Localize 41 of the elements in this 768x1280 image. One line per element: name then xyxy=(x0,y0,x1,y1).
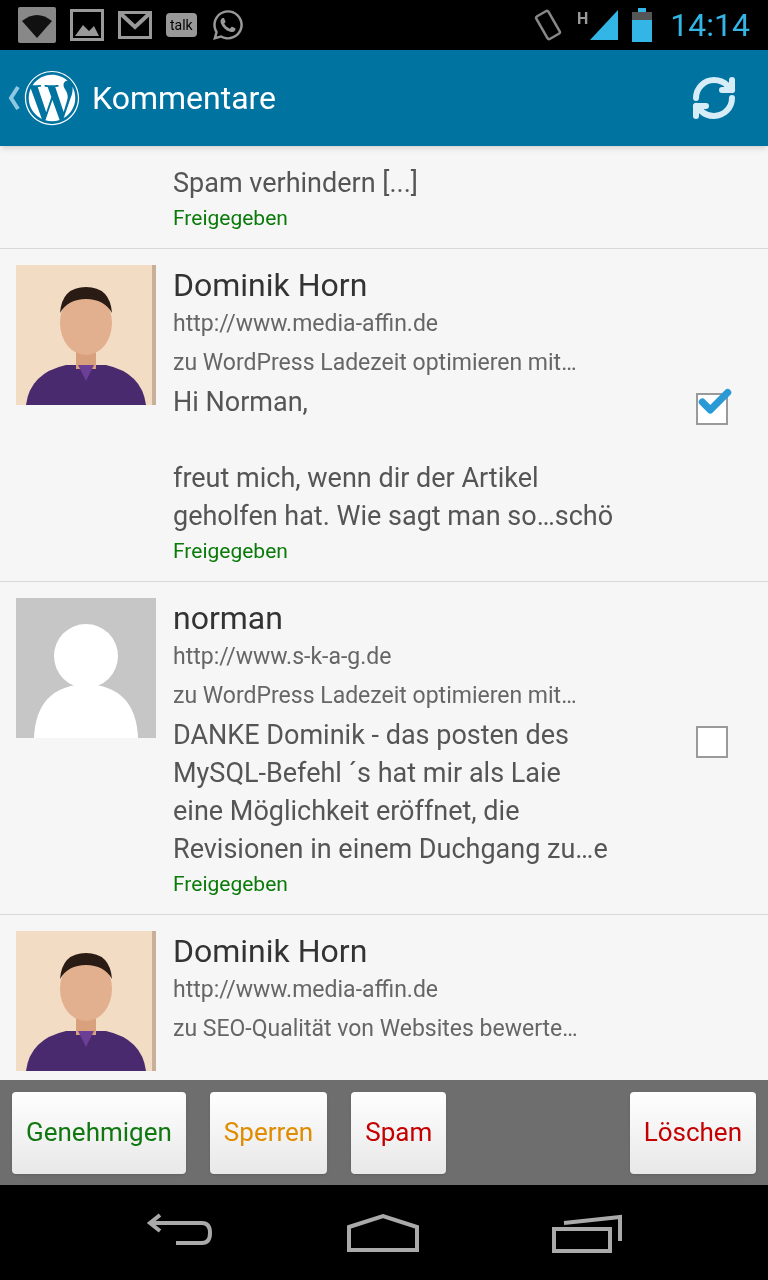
logo-icon xyxy=(24,70,80,126)
battery-icon xyxy=(632,8,653,42)
action-button[interactable]: Löschen xyxy=(629,1091,756,1174)
comment-text: MySQL-Befehl ´s hat mir als Laie xyxy=(173,756,562,791)
comment-text: Hi Norman, xyxy=(173,385,309,420)
chevron-left-icon xyxy=(8,85,20,111)
action-button[interactable]: Spam xyxy=(351,1091,447,1174)
comment-text: geholfen hat. Wie sagt man so…schö xyxy=(173,499,615,534)
image-icon xyxy=(70,9,104,41)
wifi-icon xyxy=(18,7,56,43)
screen-title: Kommentare xyxy=(92,78,278,119)
home-up-button[interactable] xyxy=(8,70,80,126)
post-title: zu WordPress Ladezeit optimieren mit… xyxy=(173,681,578,711)
home-button[interactable] xyxy=(346,1212,420,1253)
comment-text: Spam verhindern [...] xyxy=(173,166,419,201)
author-name: Dominik Horn xyxy=(173,265,369,305)
avatar-icon xyxy=(16,598,156,738)
author-name: norman xyxy=(173,598,284,638)
author-url: http://www.media-affin.de xyxy=(173,309,440,339)
comment-text: freut mich, wenn dir der Artikel xyxy=(173,461,540,496)
status-label: Freigegeben xyxy=(173,871,289,898)
status-label: Freigegeben xyxy=(173,205,289,232)
clock: 14:14 xyxy=(670,5,750,45)
mail-icon xyxy=(118,11,152,39)
author-url: http://www.media-affin.de xyxy=(173,975,440,1005)
status-label: Freigegeben xyxy=(173,538,289,565)
author-url: http://www.s-k-a-g.de xyxy=(173,642,393,672)
network-type-label: H xyxy=(577,10,589,28)
author-name: Dominik Horn xyxy=(173,931,369,971)
post-title: zu SEO-Qualität von Websites bewerte… xyxy=(173,1014,579,1044)
talk-icon: talk xyxy=(166,13,197,37)
comment-text: eine Möglichkeit eröffnet, die xyxy=(173,794,521,829)
refresh-button[interactable] xyxy=(690,74,738,122)
recent-apps-button[interactable] xyxy=(552,1212,622,1253)
post-title: zu WordPress Ladezeit optimieren mit… xyxy=(173,348,578,378)
signal-icon xyxy=(590,10,619,40)
comment-text: Revisionen in einem Duchgang zu…e xyxy=(173,832,609,867)
chat-icon xyxy=(210,8,245,42)
comment-text: DANKE Dominik - das posten des xyxy=(173,718,570,753)
action-button[interactable]: Genehmigen xyxy=(12,1091,186,1174)
vibrate-icon xyxy=(533,8,563,42)
